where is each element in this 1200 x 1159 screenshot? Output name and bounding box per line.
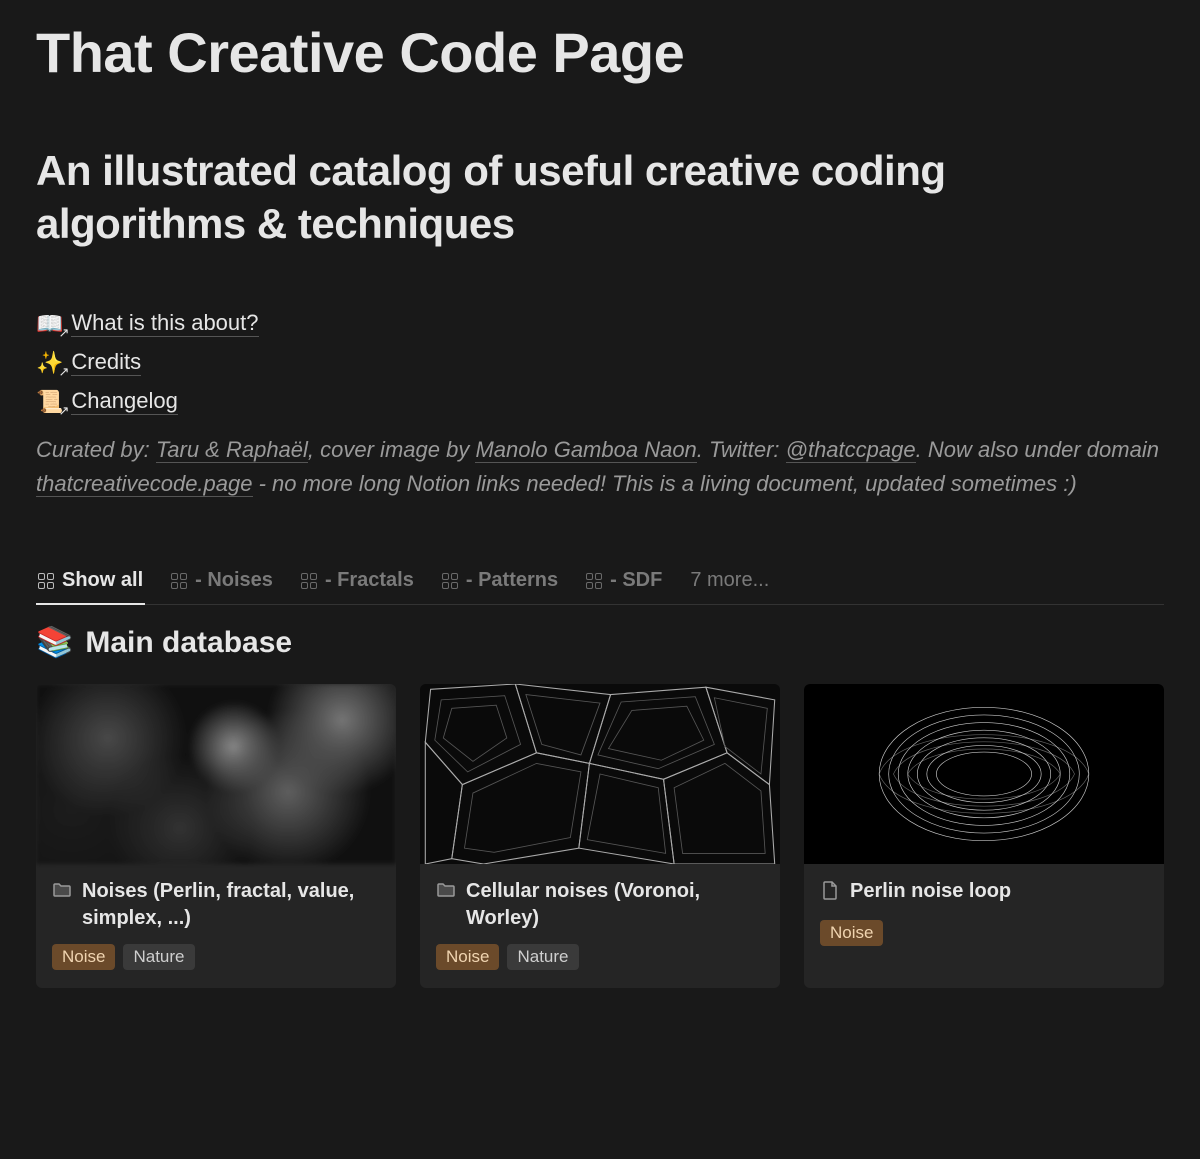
page-icon: [820, 880, 840, 908]
books-icon: 📚: [36, 625, 73, 660]
folder-icon: [436, 880, 456, 908]
page-title: That Creative Code Page: [36, 20, 1164, 85]
card-noises[interactable]: Noises (Perlin, fractal, value, simplex,…: [36, 684, 396, 988]
tab-label: - SDF: [610, 569, 662, 592]
tab-label: - Patterns: [466, 569, 558, 592]
tag-nature: Nature: [123, 944, 194, 970]
card-title: Cellular noises (Voronoi, Worley): [466, 878, 764, 932]
database-title: Main database: [85, 626, 292, 660]
tab-label: Show all: [62, 569, 143, 592]
link-domain[interactable]: thatcreativecode.page: [36, 471, 253, 497]
book-icon: 📖↗: [36, 311, 63, 337]
gallery-icon: [586, 573, 602, 589]
gallery-icon: [38, 573, 54, 589]
gallery-icon: [171, 573, 187, 589]
card-tags: Noise Nature: [436, 944, 764, 970]
gallery-icon: [442, 573, 458, 589]
link-label: Changelog: [71, 388, 177, 415]
card-perlin-loop[interactable]: Perlin noise loop Noise: [804, 684, 1164, 988]
tab-fractals[interactable]: - Fractals: [299, 561, 416, 604]
page-subtitle: An illustrated catalog of useful creativ…: [36, 145, 1164, 250]
tab-sdf[interactable]: - SDF: [584, 561, 664, 604]
link-curators[interactable]: Taru & Raphaël: [156, 437, 308, 463]
tab-patterns[interactable]: - Patterns: [440, 561, 560, 604]
tag-noise: Noise: [820, 920, 883, 946]
tab-show-all[interactable]: Show all: [36, 561, 145, 604]
card-grid: Noises (Perlin, fractal, value, simplex,…: [36, 684, 1164, 988]
card-title: Perlin noise loop: [850, 878, 1011, 905]
card-thumbnail: [804, 684, 1164, 864]
folder-icon: [52, 880, 72, 908]
link-label: What is this about?: [71, 310, 258, 337]
link-label: Credits: [71, 349, 141, 376]
card-thumbnail: [36, 684, 396, 864]
arrow-icon: ↗: [59, 364, 70, 380]
view-tabs: Show all - Noises - Fractals - Patterns …: [36, 561, 1164, 605]
sparkles-icon: ✨↗: [36, 350, 63, 376]
tab-label: - Fractals: [325, 569, 414, 592]
gallery-icon: [301, 573, 317, 589]
arrow-icon: ↗: [59, 325, 70, 341]
database-header: 📚 Main database: [36, 625, 1164, 660]
card-title: Noises (Perlin, fractal, value, simplex,…: [82, 878, 380, 932]
arrow-icon: ↗: [59, 403, 70, 419]
card-tags: Noise Nature: [52, 944, 380, 970]
link-twitter[interactable]: @thatccpage: [786, 437, 916, 463]
tag-noise: Noise: [52, 944, 115, 970]
card-cellular[interactable]: Cellular noises (Voronoi, Worley) Noise …: [420, 684, 780, 988]
card-thumbnail: [420, 684, 780, 864]
link-about[interactable]: 📖↗ What is this about?: [36, 310, 1164, 337]
tab-label: - Noises: [195, 569, 273, 592]
link-credits[interactable]: ✨↗ Credits: [36, 349, 1164, 376]
tag-noise: Noise: [436, 944, 499, 970]
credits-paragraph: Curated by: Taru & Raphaël, cover image …: [36, 433, 1164, 501]
more-tabs-button[interactable]: 7 more...: [688, 561, 771, 604]
nav-links: 📖↗ What is this about? ✨↗ Credits 📜↗ Cha…: [36, 310, 1164, 415]
link-cover-author[interactable]: Manolo Gamboa Naon: [475, 437, 696, 463]
tag-nature: Nature: [507, 944, 578, 970]
tab-noises[interactable]: - Noises: [169, 561, 275, 604]
card-tags: Noise: [820, 920, 1148, 946]
scroll-icon: 📜↗: [36, 389, 63, 415]
link-changelog[interactable]: 📜↗ Changelog: [36, 388, 1164, 415]
